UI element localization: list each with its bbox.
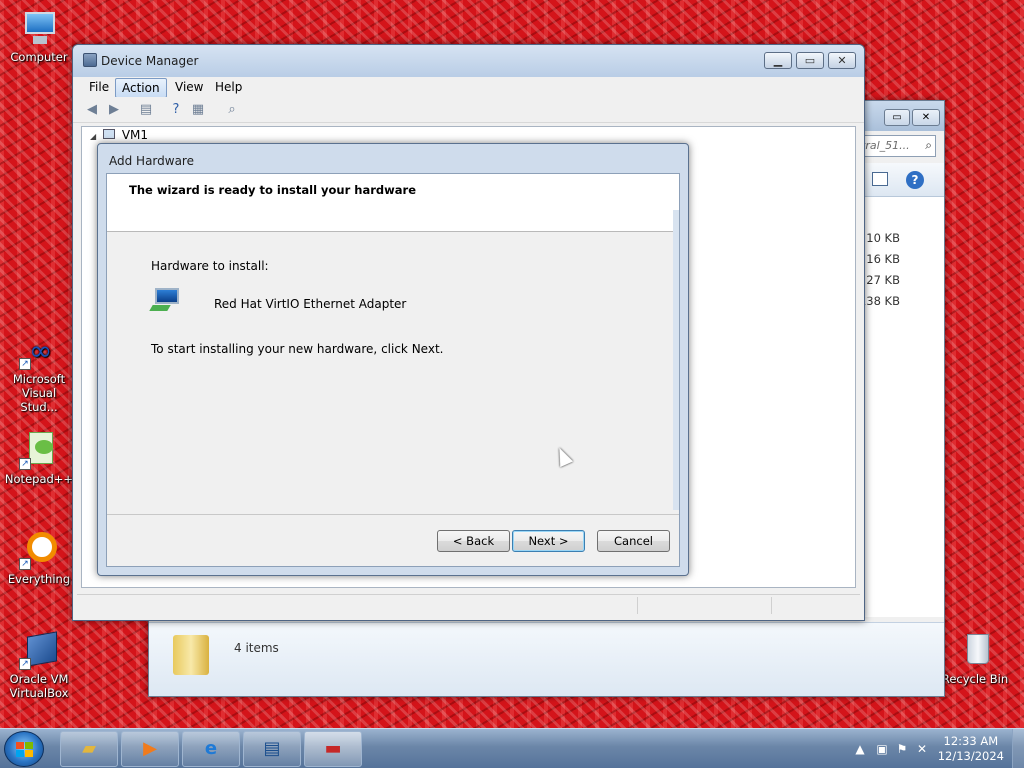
desktop-icon-notepad-plus-plus[interactable]: ↗ Notepad++ (4, 430, 74, 486)
internet-explorer-icon: e (204, 738, 218, 759)
file-size: 16 KB (866, 252, 900, 266)
tree-root[interactable]: ◢ VM1 (90, 128, 148, 142)
help-icon[interactable]: ? (167, 101, 185, 118)
folder-icon (173, 635, 209, 675)
volume-muted-icon[interactable]: ✕ (914, 741, 930, 757)
wizard-heading: The wizard is ready to install your hard… (129, 183, 417, 197)
system-tray: ▲ ▣ ⚑ ✕ 12:33 AM 12/13/2024 (844, 729, 1024, 768)
status-bar (77, 594, 860, 616)
virtualbox-icon: ↗ (19, 630, 59, 670)
desktop-icon-label: Notepad++ (4, 472, 74, 486)
instruction-text: To start installing your new hardware, c… (151, 342, 444, 356)
details-pane: 4 items (149, 622, 944, 696)
network-adapter-icon (149, 286, 183, 312)
notepad-plus-plus-icon: ↗ (19, 430, 59, 470)
device-name: Red Hat VirtIO Ethernet Adapter (214, 297, 407, 311)
windows-logo-icon (16, 742, 33, 757)
next-button[interactable]: Next > (512, 530, 585, 552)
back-arrow-icon[interactable]: ◀ (83, 101, 101, 118)
search-input[interactable]: tral_51... (856, 135, 936, 157)
action-center-flag-icon[interactable]: ⚑ (894, 741, 910, 757)
clock-date: 12/13/2024 (937, 749, 1004, 763)
dialog-content: The wizard is ready to install your hard… (106, 173, 680, 567)
taskbar-media-player[interactable]: ▶ (121, 731, 179, 767)
taskbar: ▰ ▶ e ▤ ▬ ▲ ▣ ⚑ ✕ 12:33 AM 12/13/2024 (0, 728, 1024, 768)
taskbar-explorer[interactable]: ▰ (60, 731, 118, 767)
close-button[interactable]: ✕ (912, 109, 940, 126)
desktop-icon-computer[interactable]: Computer (4, 8, 74, 64)
close-button[interactable]: ✕ (828, 52, 856, 69)
start-button[interactable] (4, 731, 44, 767)
media-player-icon: ▶ (143, 738, 157, 759)
preview-pane-icon[interactable] (872, 172, 888, 186)
computer-icon (19, 8, 59, 48)
clock-time: 12:33 AM (943, 734, 999, 748)
desktop-icon-label: Everything (7, 572, 71, 586)
show-desktop-button[interactable] (1012, 729, 1024, 768)
device-manager-titlebar[interactable]: Device Manager ▁ ▭ ✕ (73, 45, 864, 77)
toolbar: ◀ ▶ ▤ ? ▦ ⌕ (73, 97, 864, 123)
forward-arrow-icon[interactable]: ▶ (105, 101, 123, 118)
wizard-footer: < Back Next > Cancel (107, 514, 679, 566)
recycle-bin-icon (955, 630, 995, 670)
restore-button[interactable]: ▭ (884, 109, 910, 126)
back-button[interactable]: < Back (437, 530, 510, 552)
toolbox-icon: ▬ (324, 738, 342, 759)
desktop-icon-virtualbox[interactable]: ↗ Oracle VM VirtualBox (4, 630, 74, 700)
minimize-button[interactable]: ▁ (764, 52, 792, 69)
desktop-icon-label: Microsoft Visual Stud... (12, 372, 66, 414)
desktop-icon-label: Computer (10, 50, 68, 64)
help-icon[interactable]: ? (906, 171, 924, 189)
desktop-icon-visual-studio[interactable]: ∞ ↗ Microsoft Visual Stud... (4, 330, 74, 415)
menu-help[interactable]: Help (209, 78, 248, 96)
desktop-icon-label: Recycle Bin (941, 672, 1009, 686)
scan-hardware-icon[interactable]: ⌕ (223, 101, 241, 118)
network-icon[interactable]: ▣ (874, 741, 890, 757)
menu-view[interactable]: View (169, 78, 209, 96)
scrollbar[interactable] (673, 210, 679, 510)
item-count: 4 items (234, 641, 279, 655)
maximize-button[interactable]: ▭ (796, 52, 824, 69)
console-tree-icon[interactable]: ▤ (137, 101, 155, 118)
menu-action[interactable]: Action (115, 78, 167, 98)
folder-icon: ▰ (82, 738, 96, 759)
visual-studio-icon: ∞ ↗ (19, 330, 59, 370)
action-pane-icon[interactable]: ▦ (189, 101, 207, 118)
wizard-body: Hardware to install: Red Hat VirtIO Ethe… (107, 232, 679, 514)
file-size: 138 KB (858, 294, 900, 308)
file-size: 10 KB (866, 231, 900, 245)
clock[interactable]: 12:33 AM 12/13/2024 (938, 734, 1004, 764)
hardware-label: Hardware to install: (151, 259, 269, 273)
tree-root-label: VM1 (121, 128, 149, 142)
file-size: 27 KB (866, 273, 900, 287)
desktop-icon-recycle-bin[interactable]: Recycle Bin (940, 630, 1010, 686)
taskbar-device-manager[interactable]: ▤ (243, 731, 301, 767)
desktop-icon-everything[interactable]: ↗ Everything (4, 530, 74, 586)
taskbar-internet-explorer[interactable]: e (182, 731, 240, 767)
wizard-header: The wizard is ready to install your hard… (107, 174, 679, 232)
menu-bar: File Action View Help (73, 77, 864, 98)
everything-icon: ↗ (19, 530, 59, 570)
show-hidden-icons-icon[interactable]: ▲ (852, 741, 868, 757)
computer-icon (102, 129, 115, 139)
menu-file[interactable]: File (83, 78, 115, 96)
cancel-button[interactable]: Cancel (597, 530, 670, 552)
collapse-arrow-icon[interactable]: ◢ (90, 132, 96, 141)
add-hardware-dialog[interactable]: Add Hardware The wizard is ready to inst… (97, 143, 689, 576)
device-manager-icon: ▤ (263, 738, 281, 759)
device-manager-icon (83, 53, 97, 67)
taskbar-toolbox[interactable]: ▬ (304, 731, 362, 767)
search-icon[interactable]: ⌕ (925, 138, 932, 153)
window-title: Device Manager (101, 54, 199, 68)
desktop-icon-label: Oracle VM VirtualBox (9, 672, 69, 700)
dialog-title: Add Hardware (109, 154, 194, 168)
